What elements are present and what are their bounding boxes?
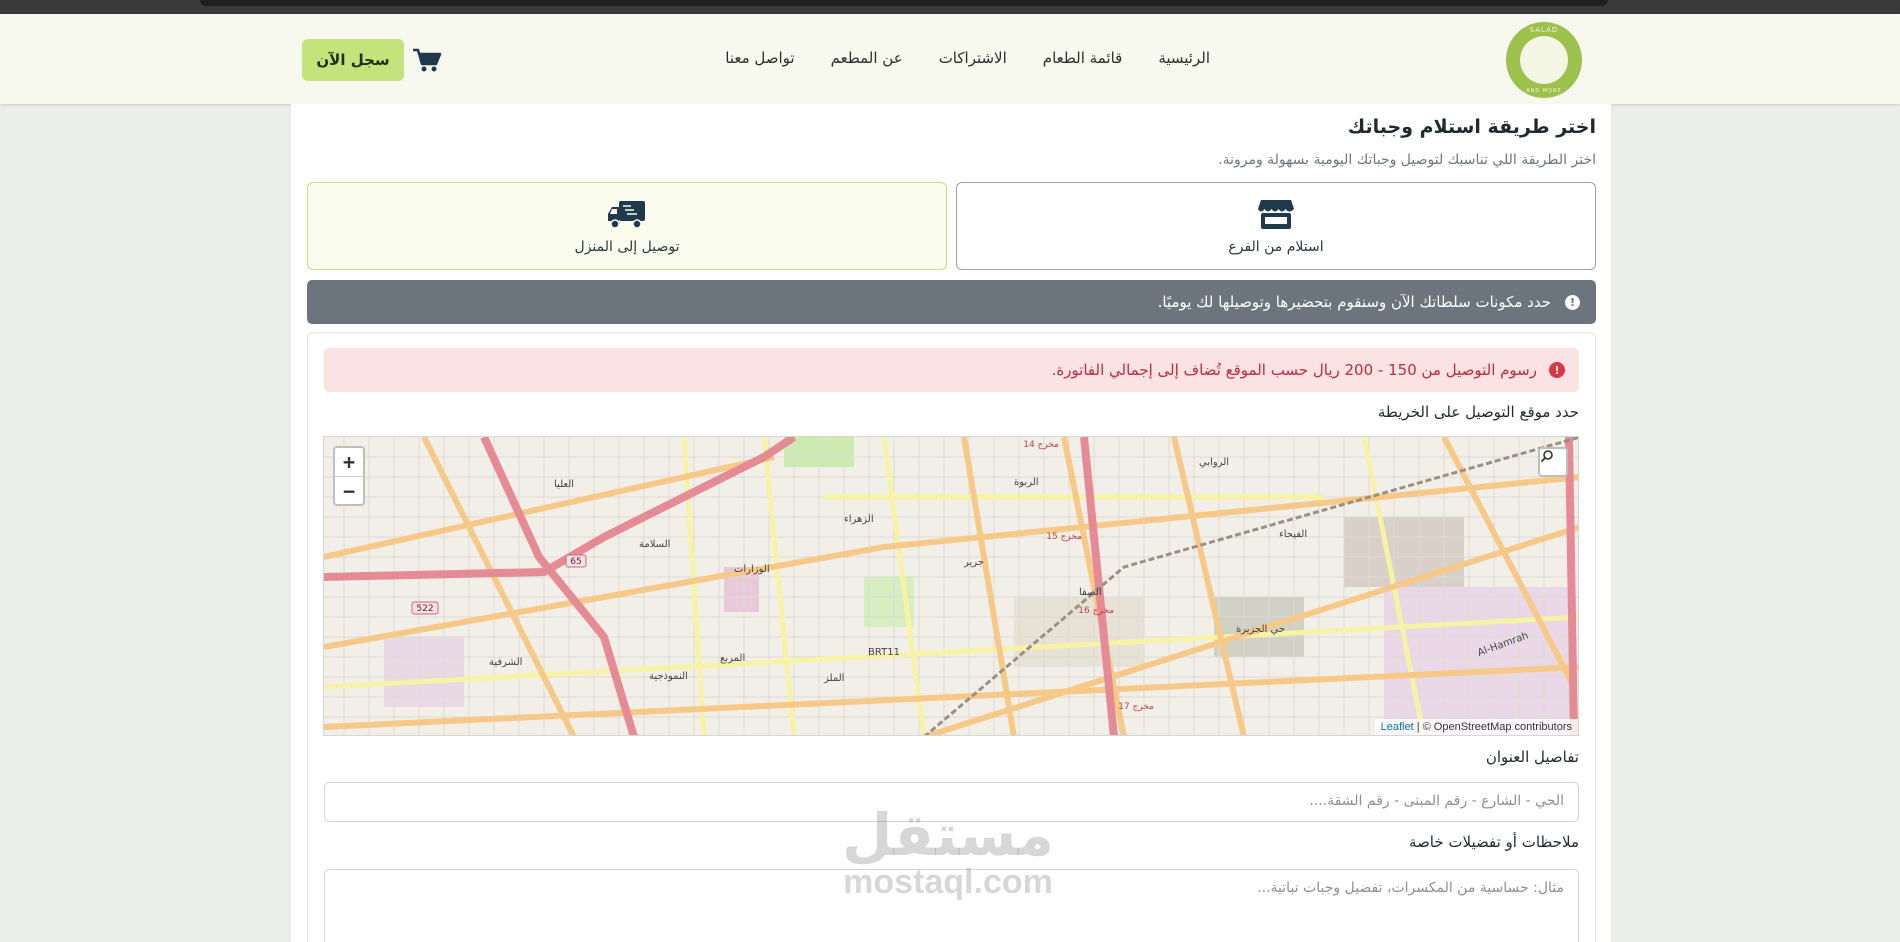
map-label-salama: السلامة (639, 539, 670, 550)
nav-link-menu[interactable]: قائمة الطعام (1043, 49, 1123, 67)
nav-links: الرئيسية قائمة الطعام الاشتراكات عن المط… (725, 49, 1210, 67)
nav-link-contact[interactable]: تواصل معنا (725, 49, 794, 67)
map-label-jarir: جرير (963, 557, 984, 568)
nav-link-about[interactable]: عن المطعم (831, 49, 903, 67)
notes-label: ملاحظات أو تفضيلات خاصة (1409, 833, 1579, 851)
map-label: حدد موقع التوصيل على الخريطة (1377, 403, 1579, 421)
map-label-zahra: الزهراء (844, 514, 874, 525)
navbar: SALAD AND MORE الرئيسية قائمة الطعام الا… (0, 14, 1900, 104)
logo-text-bottom: AND MORE (1526, 88, 1562, 94)
map-exit-16: مخرج 16 (1078, 606, 1114, 616)
truck-icon (608, 201, 645, 229)
delivery-form: ! رسوم التوصيل من 150 - 200 ريال حسب الم… (307, 332, 1596, 942)
zoom-in-button[interactable]: + (335, 448, 363, 476)
signup-button[interactable]: سجل الآن (302, 39, 404, 81)
nav-link-subscriptions[interactable]: الاشتراكات (939, 49, 1007, 67)
map-label-murabba: المربع (720, 653, 745, 664)
delivery-fee-alert: ! رسوم التوصيل من 150 - 200 ريال حسب الم… (324, 348, 1579, 392)
page-subtitle: اختر الطريقة اللي تناسبك لتوصيل وجباتك ا… (1218, 152, 1596, 168)
attribution-text: | © OpenStreetMap contributors (1416, 721, 1572, 733)
delivery-map[interactable]: العليا السلامة الوزارات الزهراء الربوة ج… (323, 436, 1579, 736)
map-label-rabwa: الربوة (1014, 477, 1039, 488)
leaflet-link[interactable]: Leaflet (1381, 721, 1414, 733)
map-label-namudhajiya: النموذجية (649, 671, 688, 682)
logo-inner (1520, 36, 1568, 84)
map-label-sharafiya: الشرفية (489, 657, 522, 668)
browser-tab-bar (200, 0, 1608, 6)
alert-icon: ! (1549, 362, 1565, 378)
map-landuse (1384, 587, 1574, 735)
map-label-brt: BRT11 (868, 647, 900, 658)
cart-icon[interactable] (412, 47, 442, 73)
zoom-out-button[interactable]: − (335, 476, 363, 504)
logo[interactable]: SALAD AND MORE (1506, 22, 1582, 98)
map-label-jazira: حي الجزيرة (1236, 624, 1285, 635)
delivery-option[interactable]: توصيل إلى المنزل (307, 182, 947, 270)
notes-textarea[interactable]: مثال: حساسية من المكسرات، تفضيل وجبات نب… (324, 869, 1579, 942)
browser-top-strip (0, 0, 1900, 14)
address-label: تفاصيل العنوان (1485, 748, 1579, 766)
info-banner: ! حدد مكونات سلطاتك الآن وسنقوم بتحضيرها… (307, 280, 1596, 324)
main-card: اختر طريقة استلام وجباتك اختر الطريقة ال… (291, 104, 1611, 942)
search-icon[interactable] (1538, 447, 1568, 477)
map-tiles[interactable]: العليا السلامة الوزارات الزهراء الربوة ج… (324, 437, 1579, 736)
map-route-65: 65 (570, 557, 581, 567)
map-exit-14: مخرج 14 (1023, 440, 1059, 450)
logo-text-top: SALAD (1529, 26, 1559, 34)
nav-link-home[interactable]: الرئيسية (1158, 49, 1210, 67)
map-label-olaya: العليا (554, 479, 574, 490)
address-input[interactable]: الحي - الشارع - رقم المبنى - رقم الشقة..… (324, 782, 1579, 822)
pickup-option[interactable]: استلام من الفرع (956, 182, 1596, 270)
map-label-wizarat: الوزارات (734, 564, 770, 575)
map-zoom-control: + − (333, 446, 365, 506)
delivery-option-label: توصيل إلى المنزل (574, 239, 680, 255)
map-route-522: 522 (416, 604, 433, 614)
map-label-malaz: الملز (823, 673, 844, 684)
store-icon (1258, 200, 1294, 229)
info-icon: ! (1565, 294, 1580, 310)
page-title: اختر طريقة استلام وجباتك (1347, 116, 1596, 138)
map-exit-15: مخرج 15 (1046, 532, 1082, 542)
pickup-option-label: استلام من الفرع (1228, 239, 1324, 255)
map-label-rawabi: الروابي (1199, 457, 1229, 468)
info-banner-text: حدد مكونات سلطاتك الآن وسنقوم بتحضيرها و… (1157, 293, 1551, 311)
map-exit-17: مخرج 17 (1118, 702, 1154, 712)
delivery-fee-alert-text: رسوم التوصيل من 150 - 200 ريال حسب الموق… (1051, 361, 1537, 379)
map-label-faiha: الفيحاء (1279, 529, 1307, 540)
map-attribution: Leaflet | © OpenStreetMap contributors (1374, 719, 1578, 735)
map-label-safa: الصفا (1079, 587, 1102, 598)
